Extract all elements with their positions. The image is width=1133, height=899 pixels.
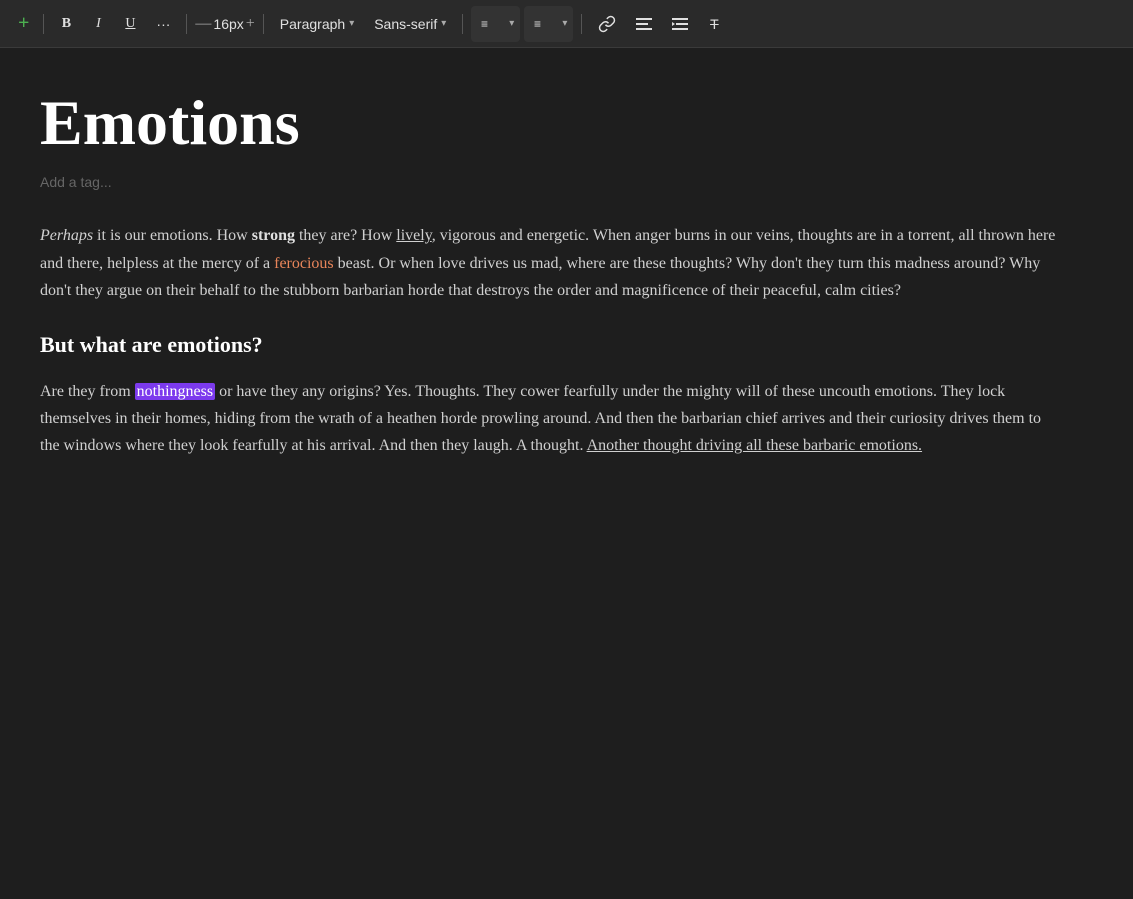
- highlight-nothingness: nothingness: [135, 383, 215, 400]
- content-area: Emotions Add a tag... Perhaps it is our …: [0, 48, 1100, 528]
- text-after-bold: they are? How: [295, 227, 396, 244]
- paragraph-style-label: Paragraph: [280, 16, 345, 32]
- italic-button[interactable]: I: [84, 8, 112, 40]
- separator-5: [581, 14, 582, 34]
- paragraph-style-dropdown[interactable]: Paragraph ▾: [272, 12, 362, 36]
- align-button[interactable]: [628, 8, 660, 40]
- underline-button[interactable]: U: [116, 8, 144, 40]
- font-size-decrease-button[interactable]: —: [195, 15, 211, 33]
- unordered-list-button[interactable]: ≡: [526, 8, 558, 40]
- link-ferocious[interactable]: ferocious: [274, 255, 334, 272]
- svg-text:≡: ≡: [534, 17, 541, 31]
- tag-input[interactable]: Add a tag...: [40, 174, 1060, 190]
- bold-button[interactable]: B: [52, 8, 80, 40]
- clear-format-button[interactable]: T: [700, 8, 728, 40]
- italic-perhaps: Perhaps: [40, 227, 93, 244]
- text-after-italic: it is our emotions. How: [93, 227, 252, 244]
- toolbar: + B I U ··· — 16px + Paragraph ▾ Sans-se…: [0, 0, 1133, 48]
- font-size-increase-button[interactable]: +: [246, 15, 255, 33]
- section-heading: But what are emotions?: [40, 332, 1060, 358]
- ordered-list-button[interactable]: ≡: [473, 8, 505, 40]
- separator-1: [43, 14, 44, 34]
- indent-button[interactable]: [664, 8, 696, 40]
- paragraph-2: Are they from nothingness or have they a…: [40, 378, 1060, 460]
- add-button[interactable]: +: [12, 8, 35, 39]
- more-options-button[interactable]: ···: [148, 8, 178, 40]
- unordered-list-chevron[interactable]: ▾: [558, 14, 571, 33]
- underline-lively: lively: [396, 227, 431, 244]
- link-another-thought[interactable]: Another thought driving all these barbar…: [587, 437, 922, 454]
- font-size-control: — 16px +: [195, 15, 254, 33]
- ordered-list-chevron[interactable]: ▾: [505, 14, 518, 33]
- paragraph-chevron-icon: ▾: [349, 18, 354, 29]
- separator-2: [186, 14, 187, 34]
- separator-4: [462, 14, 463, 34]
- unordered-list-group: ≡ ▾: [524, 6, 573, 42]
- svg-text:≡: ≡: [481, 17, 488, 31]
- ordered-list-group: ≡ ▾: [471, 6, 520, 42]
- font-size-value: 16px: [213, 16, 243, 32]
- font-family-chevron-icon: ▾: [441, 18, 446, 29]
- document-title: Emotions: [40, 88, 1060, 158]
- font-family-dropdown[interactable]: Sans-serif ▾: [366, 12, 454, 36]
- text-before-highlight: Are they from: [40, 383, 135, 400]
- bold-strong: strong: [252, 227, 295, 244]
- link-button[interactable]: [590, 8, 624, 40]
- separator-3: [263, 14, 264, 34]
- font-family-label: Sans-serif: [374, 16, 437, 32]
- paragraph-1: Perhaps it is our emotions. How strong t…: [40, 222, 1060, 304]
